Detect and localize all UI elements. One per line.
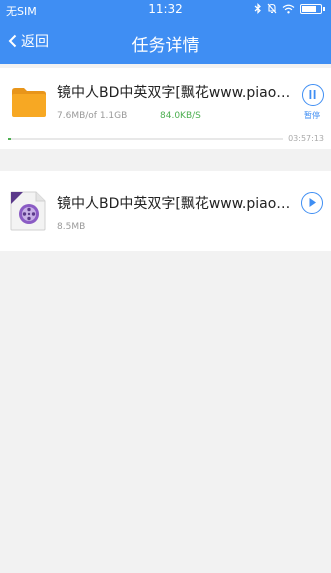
status-bar: 无SIM 11:32 [0, 0, 331, 20]
task-title: 镜中人BD中英双字[飘花www.piaohua.com].mp4 [57, 196, 292, 212]
play-button[interactable] [301, 192, 323, 214]
battery-icon [300, 3, 322, 14]
pause-button[interactable] [302, 84, 324, 106]
video-file-icon [10, 191, 46, 231]
app-header: 无SIM 11:32 返回 任务详情 [0, 0, 331, 64]
task-speed: 84.0KB/S [160, 111, 201, 121]
wifi-icon [282, 4, 295, 13]
task-size: 8.5MB [57, 222, 86, 232]
bluetooth-icon [254, 3, 261, 14]
page-title: 任务详情 [131, 36, 200, 56]
pause-label: 暂停 [304, 111, 320, 120]
download-task-item[interactable]: 镜中人BD中英双字[飘花www.piaohua.com].mp4 7.6MB/o… [0, 68, 331, 149]
play-icon [309, 198, 316, 207]
download-task-item[interactable]: 镜中人BD中英双字[飘花www.piaohua.com].mp4 8.5MB [0, 171, 331, 251]
status-icons [254, 3, 325, 14]
task-size-progress: 7.6MB/of 1.1GB [57, 111, 128, 121]
progress-bar [8, 138, 283, 140]
pause-icon [309, 90, 316, 99]
task-title: 镜中人BD中英双字[飘花www.piaohua.com].mp4 [57, 85, 292, 101]
folder-icon [12, 88, 46, 117]
progress-fill [8, 138, 11, 140]
battery-tip [323, 6, 325, 11]
time-remaining: 03:57:13 [288, 134, 324, 143]
mute-icon [267, 3, 277, 14]
